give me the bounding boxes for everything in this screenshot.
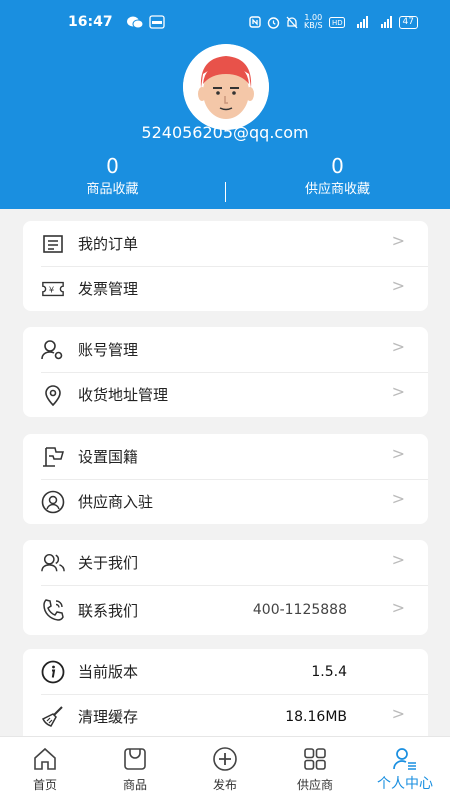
cache-size-value: 18.16MB bbox=[285, 708, 347, 725]
profile-header: 16:47 1.00 KB/S HD 47 524056205@qq.com 0… bbox=[0, 0, 450, 209]
menu-item-contact[interactable]: 联系我们 400-1125888 > bbox=[23, 585, 428, 635]
chevron-right-icon: > bbox=[391, 489, 405, 508]
menu-group-system: 当前版本 1.5.4 清理缓存 18.16MB > bbox=[23, 649, 428, 739]
user-settings-icon bbox=[41, 338, 65, 362]
menu-label: 发票管理 bbox=[78, 280, 139, 298]
supplier-favorites-count: 0 bbox=[331, 154, 344, 178]
product-favorites-label: 商品收藏 bbox=[86, 182, 139, 197]
battery-indicator: 47 bbox=[398, 15, 418, 29]
tab-publish[interactable]: 发布 bbox=[180, 737, 270, 800]
location-pin-icon bbox=[41, 383, 65, 407]
flag-icon bbox=[41, 445, 65, 469]
menu-label: 账号管理 bbox=[78, 341, 139, 359]
chevron-right-icon: > bbox=[391, 598, 405, 617]
tab-suppliers[interactable]: 供应商 bbox=[270, 737, 360, 800]
menu-group-about: 关于我们 > 联系我们 400-1125888 > bbox=[23, 540, 428, 635]
menu-label: 联系我们 bbox=[78, 601, 139, 620]
app-notification-icon bbox=[148, 15, 165, 29]
receipt-icon bbox=[41, 232, 65, 256]
menu-item-invoice[interactable]: ¥ 发票管理 > bbox=[23, 266, 428, 311]
tab-label: 发布 bbox=[212, 778, 237, 792]
avatar[interactable] bbox=[183, 44, 269, 130]
hd-icon: HD bbox=[328, 16, 345, 28]
chevron-right-icon: > bbox=[391, 382, 405, 401]
phone-icon bbox=[41, 598, 65, 622]
menu-label: 当前版本 bbox=[78, 663, 139, 681]
menu-item-clear-cache[interactable]: 清理缓存 18.16MB > bbox=[23, 694, 428, 739]
signal-icon bbox=[380, 16, 392, 28]
menu-item-my-orders[interactable]: 我的订单 > bbox=[23, 221, 428, 266]
tab-label: 个人中心 bbox=[377, 776, 433, 792]
menu-group-orders: 我的订单 > ¥ 发票管理 > bbox=[23, 221, 428, 311]
product-favorites-count: 0 bbox=[106, 154, 119, 178]
menu-item-supplier-join[interactable]: 供应商入驻 > bbox=[23, 479, 428, 524]
tab-home[interactable]: 首页 bbox=[0, 737, 90, 800]
menu-label: 我的订单 bbox=[78, 235, 139, 253]
chevron-right-icon: > bbox=[391, 704, 405, 723]
menu-group-account: 账号管理 > 收货地址管理 > bbox=[23, 327, 428, 417]
home-icon bbox=[34, 747, 56, 770]
menu-label: 设置国籍 bbox=[78, 448, 139, 466]
tab-products[interactable]: 商品 bbox=[90, 737, 180, 800]
broom-icon bbox=[41, 705, 65, 729]
plus-circle-icon bbox=[213, 747, 237, 771]
menu-label: 供应商入驻 bbox=[78, 493, 154, 511]
signal-icon bbox=[356, 16, 368, 28]
chevron-right-icon: > bbox=[391, 231, 405, 250]
invoice-icon: ¥ bbox=[41, 277, 65, 301]
menu-label: 关于我们 bbox=[78, 554, 139, 572]
network-speed: 1.00 KB/S bbox=[304, 13, 323, 30]
menu-label: 收货地址管理 bbox=[78, 386, 169, 404]
menu-item-about[interactable]: 关于我们 > bbox=[23, 540, 428, 585]
supplier-favorites-label: 供应商收藏 bbox=[304, 182, 370, 197]
nfc-icon bbox=[249, 16, 261, 28]
menu-item-nationality[interactable]: 设置国籍 > bbox=[23, 434, 428, 479]
menu-group-settings: 设置国籍 > 供应商入驻 > bbox=[23, 434, 428, 524]
svg-text:HD: HD bbox=[332, 19, 343, 27]
tab-label: 商品 bbox=[122, 778, 147, 792]
product-favorites[interactable]: 0 商品收藏 bbox=[0, 152, 225, 202]
status-time: 16:47 bbox=[68, 14, 113, 30]
tab-label: 供应商 bbox=[296, 778, 333, 792]
info-icon bbox=[41, 660, 65, 684]
contact-phone-number: 400-1125888 bbox=[252, 602, 347, 618]
version-value: 1.5.4 bbox=[311, 663, 347, 680]
grid-icon bbox=[304, 748, 326, 770]
mute-icon bbox=[286, 16, 298, 28]
tab-label: 首页 bbox=[32, 778, 57, 792]
avatar-image bbox=[183, 44, 269, 130]
status-bar: 16:47 1.00 KB/S HD 47 bbox=[0, 0, 450, 44]
chevron-right-icon: > bbox=[391, 444, 405, 463]
users-icon bbox=[41, 551, 65, 575]
favorites-stats: 0 商品收藏 0 供应商收藏 bbox=[0, 152, 450, 202]
wechat-icon bbox=[126, 16, 143, 28]
user-circle-icon bbox=[41, 490, 65, 514]
tab-profile[interactable]: 个人中心 bbox=[360, 737, 450, 800]
user-list-icon bbox=[393, 748, 416, 770]
alarm-icon bbox=[267, 16, 280, 29]
user-email: 524056205@qq.com bbox=[141, 123, 309, 142]
chevron-right-icon: > bbox=[391, 337, 405, 356]
stats-divider bbox=[225, 182, 226, 202]
bottom-tab-bar: 首页 商品 发布 供应商 个人中心 bbox=[0, 736, 450, 800]
chevron-right-icon: > bbox=[391, 276, 405, 295]
menu-item-address[interactable]: 收货地址管理 > bbox=[23, 372, 428, 417]
menu-item-account[interactable]: 账号管理 > bbox=[23, 327, 428, 372]
menu-label: 清理缓存 bbox=[78, 708, 139, 726]
menu-item-version[interactable]: 当前版本 1.5.4 bbox=[23, 649, 428, 694]
bag-icon bbox=[124, 748, 146, 770]
supplier-favorites[interactable]: 0 供应商收藏 bbox=[225, 152, 450, 202]
svg-text:¥: ¥ bbox=[49, 284, 54, 294]
chevron-right-icon: > bbox=[391, 550, 405, 569]
